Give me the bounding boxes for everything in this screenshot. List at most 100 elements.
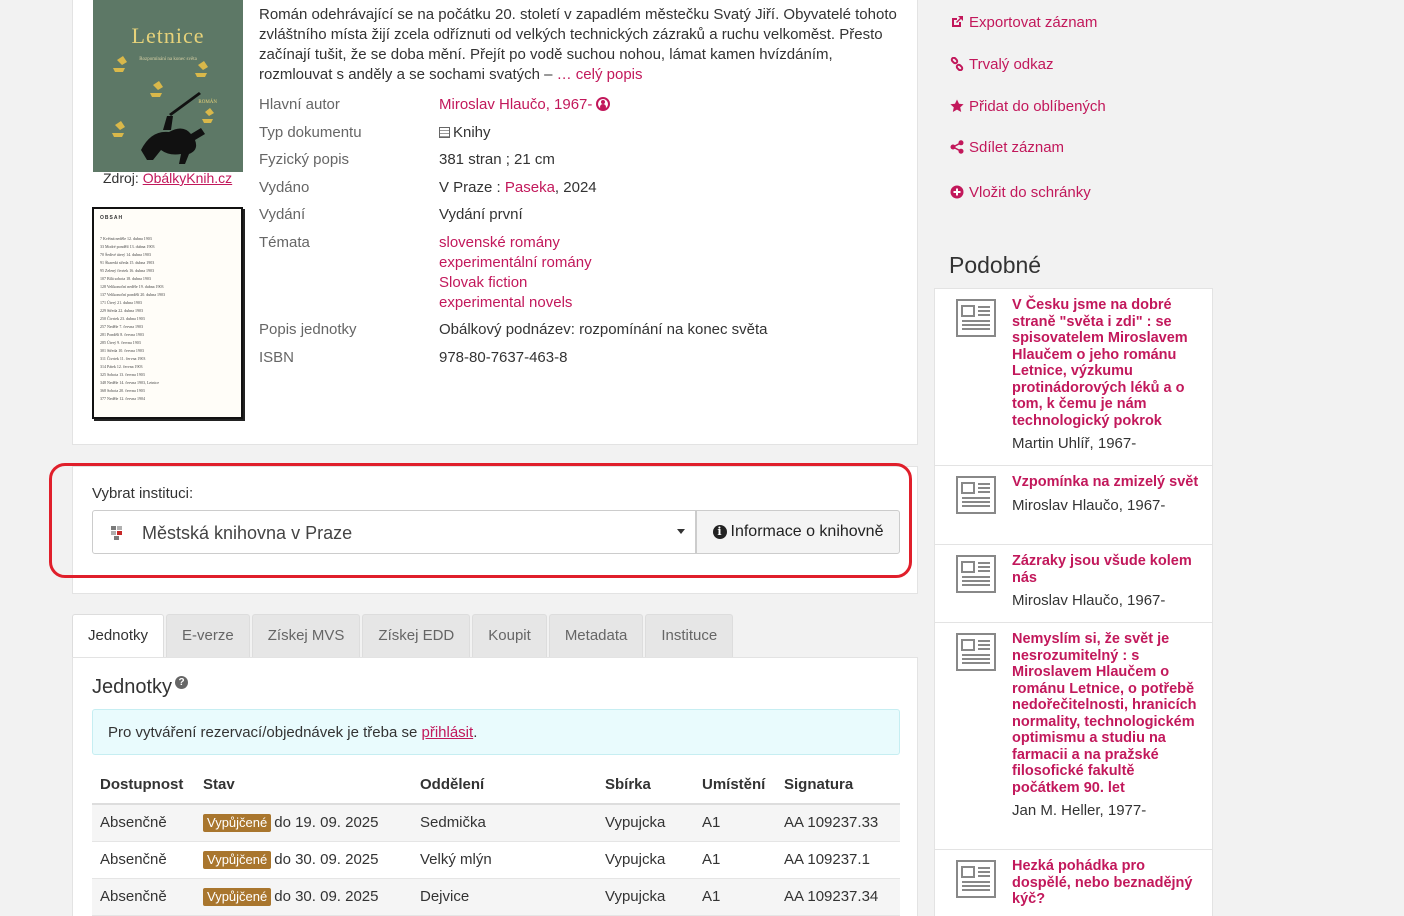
tab-ziskej-edd[interactable]: Získej EDD: [362, 614, 471, 657]
toc-row: 107 Bílá sobota 18. dubna 1903: [100, 276, 151, 281]
alert-text: Pro vytváření rezervací/objednávek je tř…: [108, 724, 418, 741]
holdings-panel: Jednotky? Pro vytváření rezervací/objedn…: [72, 657, 918, 916]
list-item[interactable]: V Česku jsme na dobré straně "světa i zd…: [934, 288, 1213, 466]
cell-collection: Vypujcka: [597, 878, 694, 916]
alert-end: .: [473, 724, 478, 741]
meta-isbn: ISBN 978-80-7637-463-8: [259, 348, 899, 368]
tab-metadata[interactable]: Metadata: [548, 614, 644, 657]
library-logo-icon: [111, 526, 123, 540]
cell-department: Velký mlýn: [412, 841, 597, 879]
meta-doctype: Typ dokumentu Knihy: [259, 123, 899, 143]
list-item[interactable]: Hezká pohádka pro dospělé, nebo beznaděj…: [934, 849, 1213, 916]
edition-label: Vydání: [259, 206, 306, 223]
doctype-label: Typ dokumentu: [259, 123, 362, 141]
person-icon[interactable]: [596, 97, 611, 111]
meta-topics: Témata slovenské romány experimentální r…: [259, 233, 899, 313]
topics-label: Témata: [259, 233, 310, 251]
permalink-link[interactable]: Trvalý odkaz: [950, 56, 1053, 73]
similar-item-title[interactable]: Vzpomínka na zmizelý svět: [1012, 474, 1202, 491]
star-icon: [950, 99, 964, 112]
tab-instituce[interactable]: Instituce: [645, 614, 734, 657]
tab-koupit[interactable]: Koupit: [472, 614, 547, 657]
toc-row: 257 Neděle 7. června 1903: [100, 324, 143, 329]
similar-item-title[interactable]: V Česku jsme na dobré straně "světa i zd…: [1012, 297, 1202, 429]
unit-value: Obálkový podnázev: rozpomínání na konec …: [439, 321, 768, 338]
toc-rows: 7 Květná neděle 12. dubna 1903 33 Modré p…: [100, 235, 235, 403]
similar-item-author: Jan M. Heller, 1977-: [1012, 802, 1147, 819]
topic-link[interactable]: experimentální romány: [439, 254, 592, 271]
add-to-clipboard-link[interactable]: Vložit do schránky: [950, 184, 1091, 201]
status-badge: Vypůjčené: [203, 887, 272, 906]
cell-signature: AA 109237.1: [776, 841, 900, 879]
add-favorite-link[interactable]: Přidat do oblíbených: [950, 98, 1106, 115]
toc-row: 368 Sobota 20. června 1903: [100, 388, 145, 393]
similar-item-author: Miroslav Hlaučo, 1967-: [1012, 496, 1166, 514]
export-record-label: Exportovat záznam: [969, 14, 1098, 31]
meta-edition: Vydání Vydání první: [259, 205, 899, 225]
tab-e-verze[interactable]: E-verze: [166, 614, 250, 657]
external-link-icon: [952, 16, 963, 27]
similar-item-title[interactable]: Hezká pohádka pro dospělé, nebo beznaděj…: [1012, 858, 1202, 908]
toc-row: 325 Sobota 13. června 1903: [100, 372, 145, 377]
table-header-row: Dostupnost Stav Oddělení Sbírka Umístění…: [92, 766, 900, 805]
list-item[interactable]: Zázraky jsou všude kolem nás Miroslav Hla…: [934, 544, 1213, 623]
link-icon: [950, 56, 964, 72]
meta-author: Hlavní autor Miroslav Hlaučo, 1967-: [259, 95, 899, 115]
holdings-title-text: Jednotky: [92, 676, 173, 698]
published-year: , 2024: [554, 178, 597, 196]
topic-link[interactable]: Slovak fiction: [439, 274, 527, 291]
topic-link[interactable]: slovenské romány: [439, 234, 560, 251]
cover-source-link[interactable]: ObálkyKnih.cz: [143, 170, 232, 186]
col-signature: Signatura: [776, 766, 900, 805]
similar-title: Podobné: [949, 252, 1042, 278]
toc-row: 314 Pátek 12. června 1903: [100, 364, 143, 369]
library-info-button[interactable]: i Informace o knihovně: [696, 510, 900, 554]
share-record-label: Sdílet záznam: [969, 139, 1065, 156]
toc-row: 91 Škaredá středa 15. dubna 1903: [100, 260, 155, 265]
login-link[interactable]: přihlásit: [422, 724, 474, 741]
toc-row: 285 Úterý 9. června 1903: [100, 340, 141, 345]
cell-signature: AA 109237.33: [776, 804, 900, 842]
due-date: do 19. 09. 2025: [274, 813, 379, 831]
unit-label: Popis jednotky: [259, 321, 357, 338]
full-description-link[interactable]: … celý popis: [557, 66, 643, 83]
publisher-link[interactable]: Paseka: [505, 179, 555, 196]
record-metadata: Hlavní autor Miroslav Hlaučo, 1967- Typ …: [259, 95, 899, 375]
topic-link[interactable]: experimental novels: [439, 294, 572, 311]
book-cover-image[interactable]: Letnice Rozpomínání na konec světa ROMÁN: [93, 0, 243, 172]
help-icon[interactable]: ?: [175, 676, 189, 689]
table-of-contents-image[interactable]: OBSAH 7 Květná neděle 12. dubna 1903 33 M…: [92, 207, 243, 419]
list-item[interactable]: Vzpomínka na zmizelý svět Miroslav Hlaučo…: [934, 465, 1213, 545]
institution-label: Vybrat instituci:: [92, 485, 194, 502]
col-department: Oddělení: [412, 766, 597, 805]
caret-down-icon[interactable]: [677, 529, 685, 534]
due-date: do 30. 09. 2025: [274, 887, 379, 905]
status-badge: Vypůjčené: [203, 850, 272, 869]
col-availability: Dostupnost: [92, 766, 195, 805]
list-item[interactable]: Nemyslím si, že svět je nesrozumitelný :…: [934, 622, 1213, 850]
cell-status: Vypůjčené do 30. 09. 2025: [195, 841, 412, 879]
toc-heading: OBSAH: [100, 215, 124, 221]
holdings-tabs: Jednotky E-verze Získej MVS Získej EDD K…: [72, 614, 735, 658]
cell-availability: Absenčně: [92, 878, 195, 916]
similar-item-title[interactable]: Nemyslím si, že svět je nesrozumitelný :…: [1012, 631, 1202, 796]
cover-illustration: [112, 56, 214, 164]
toc-row: 95 Zelený čtvrtek 16. dubna 1903: [100, 268, 154, 273]
institution-panel: Vybrat instituci: Městská knihovna v Pra…: [72, 466, 918, 594]
tab-jednotky[interactable]: Jednotky: [72, 614, 165, 658]
record-panel: Letnice Rozpomínání na konec světa ROMÁN…: [72, 0, 918, 445]
share-record-link[interactable]: Sdílet záznam: [950, 139, 1064, 156]
similar-item-title[interactable]: Zázraky jsou všude kolem nás: [1012, 553, 1202, 586]
meta-physical: Fyzický popis 381 stran ; 21 cm: [259, 150, 899, 170]
similar-item-author: Miroslav Hlaučo, 1967-: [1012, 592, 1166, 609]
plus-circle-icon: [950, 185, 964, 199]
article-icon: [956, 860, 996, 898]
cell-collection: Vypujcka: [597, 804, 694, 842]
tab-ziskej-mvs[interactable]: Získej MVS: [251, 614, 361, 657]
login-alert: Pro vytváření rezervací/objednávek je tř…: [92, 709, 900, 755]
export-record-link[interactable]: Exportovat záznam: [950, 14, 1097, 31]
institution-select[interactable]: Městská knihovna v Praze: [92, 510, 696, 554]
author-link[interactable]: Miroslav Hlaučo, 1967-: [439, 96, 592, 113]
similar-item-author: Martin Uhlíř, 1967-: [1012, 435, 1137, 452]
isbn-label: ISBN: [259, 348, 295, 366]
